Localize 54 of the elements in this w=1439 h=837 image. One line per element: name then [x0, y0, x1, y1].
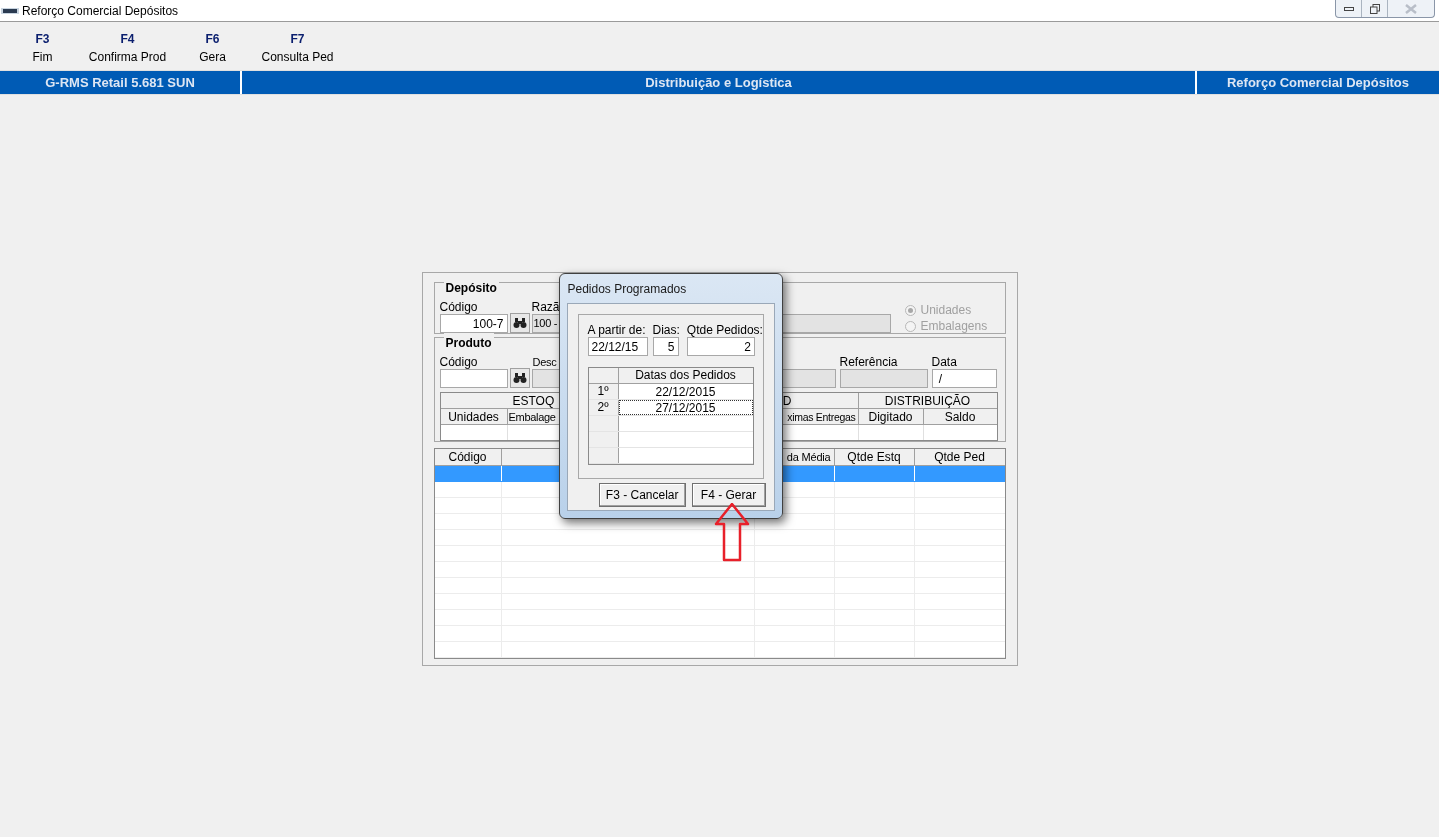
- window-title: Reforço Comercial Depósitos: [22, 2, 179, 20]
- header-text: G-RMS Retail 5.681 SUN: [45, 73, 195, 92]
- text-field[interactable]: [839, 369, 928, 388]
- app-icon: [1, 5, 19, 16]
- column-header: Código: [448, 450, 487, 464]
- field-label: Dias:: [652, 323, 680, 337]
- toolbar-button[interactable]: F6 Gera: [170, 32, 255, 70]
- header-text: Distribuição e Logística: [645, 73, 792, 92]
- row-header: 1º: [588, 384, 619, 399]
- text-field[interactable]: 22/12/15: [587, 337, 648, 356]
- text-field[interactable]: 5: [652, 337, 679, 356]
- field-label: Código: [439, 300, 479, 314]
- restore-icon: [1369, 3, 1380, 14]
- group-legend: Produto: [445, 336, 492, 350]
- text-field[interactable]: [439, 369, 508, 388]
- column-header: Saldo: [944, 410, 976, 424]
- field-label: A partir de:: [587, 323, 647, 337]
- field-label: Qtde Pedidos:: [686, 323, 763, 337]
- text-field[interactable]: 2: [686, 337, 755, 356]
- close-icon: [1405, 3, 1417, 14]
- search-button[interactable]: [509, 313, 530, 333]
- binoculars-icon: [512, 372, 527, 384]
- field-label: Desc: [531, 355, 557, 369]
- toolbar-button[interactable]: F4 Confirma Prod: [85, 32, 170, 70]
- column-header: Qtde Estq: [847, 450, 901, 464]
- field-label: Data: [931, 355, 958, 369]
- text-field[interactable]: /: [931, 369, 997, 388]
- column-header: Qtde Ped: [934, 450, 985, 464]
- dialog-button[interactable]: F4 - Gerar: [691, 483, 766, 507]
- date-cell[interactable]: 22/12/2015: [618, 384, 753, 399]
- column-header: Embalage: [508, 411, 556, 423]
- column-header: ximas Entregas: [787, 411, 856, 423]
- column-group-header: D: [782, 394, 792, 408]
- toolbar-button[interactable]: F3 Fim: [0, 32, 85, 70]
- field-label: Código: [439, 355, 479, 369]
- column-group-header: ESTOQ: [512, 394, 555, 408]
- search-button[interactable]: [509, 368, 530, 388]
- row-header: 2º: [588, 400, 619, 415]
- up-arrow-drawing: [713, 503, 750, 562]
- column-group-header: DISTRIBUIÇÃO: [884, 394, 971, 408]
- field-label: Razã: [531, 300, 561, 314]
- column-header: da Média: [786, 451, 831, 463]
- group-legend: Depósito: [445, 281, 497, 295]
- column-header: Digitado: [868, 410, 913, 424]
- date-cell[interactable]: 27/12/2015: [618, 400, 753, 415]
- header-text: Reforço Comercial Depósitos: [1226, 73, 1409, 92]
- binoculars-icon: [512, 317, 527, 329]
- toolbar-button[interactable]: F7 Consulta Ped: [255, 32, 340, 70]
- text-field[interactable]: 100-7: [439, 314, 508, 333]
- dialog-title: Pedidos Programados: [567, 280, 687, 298]
- field-label: Referência: [839, 355, 899, 369]
- column-header: Datas dos Pedidos: [635, 368, 736, 382]
- dialog-button[interactable]: F3 - Cancelar: [598, 483, 686, 507]
- column-header: Unidades: [448, 410, 499, 424]
